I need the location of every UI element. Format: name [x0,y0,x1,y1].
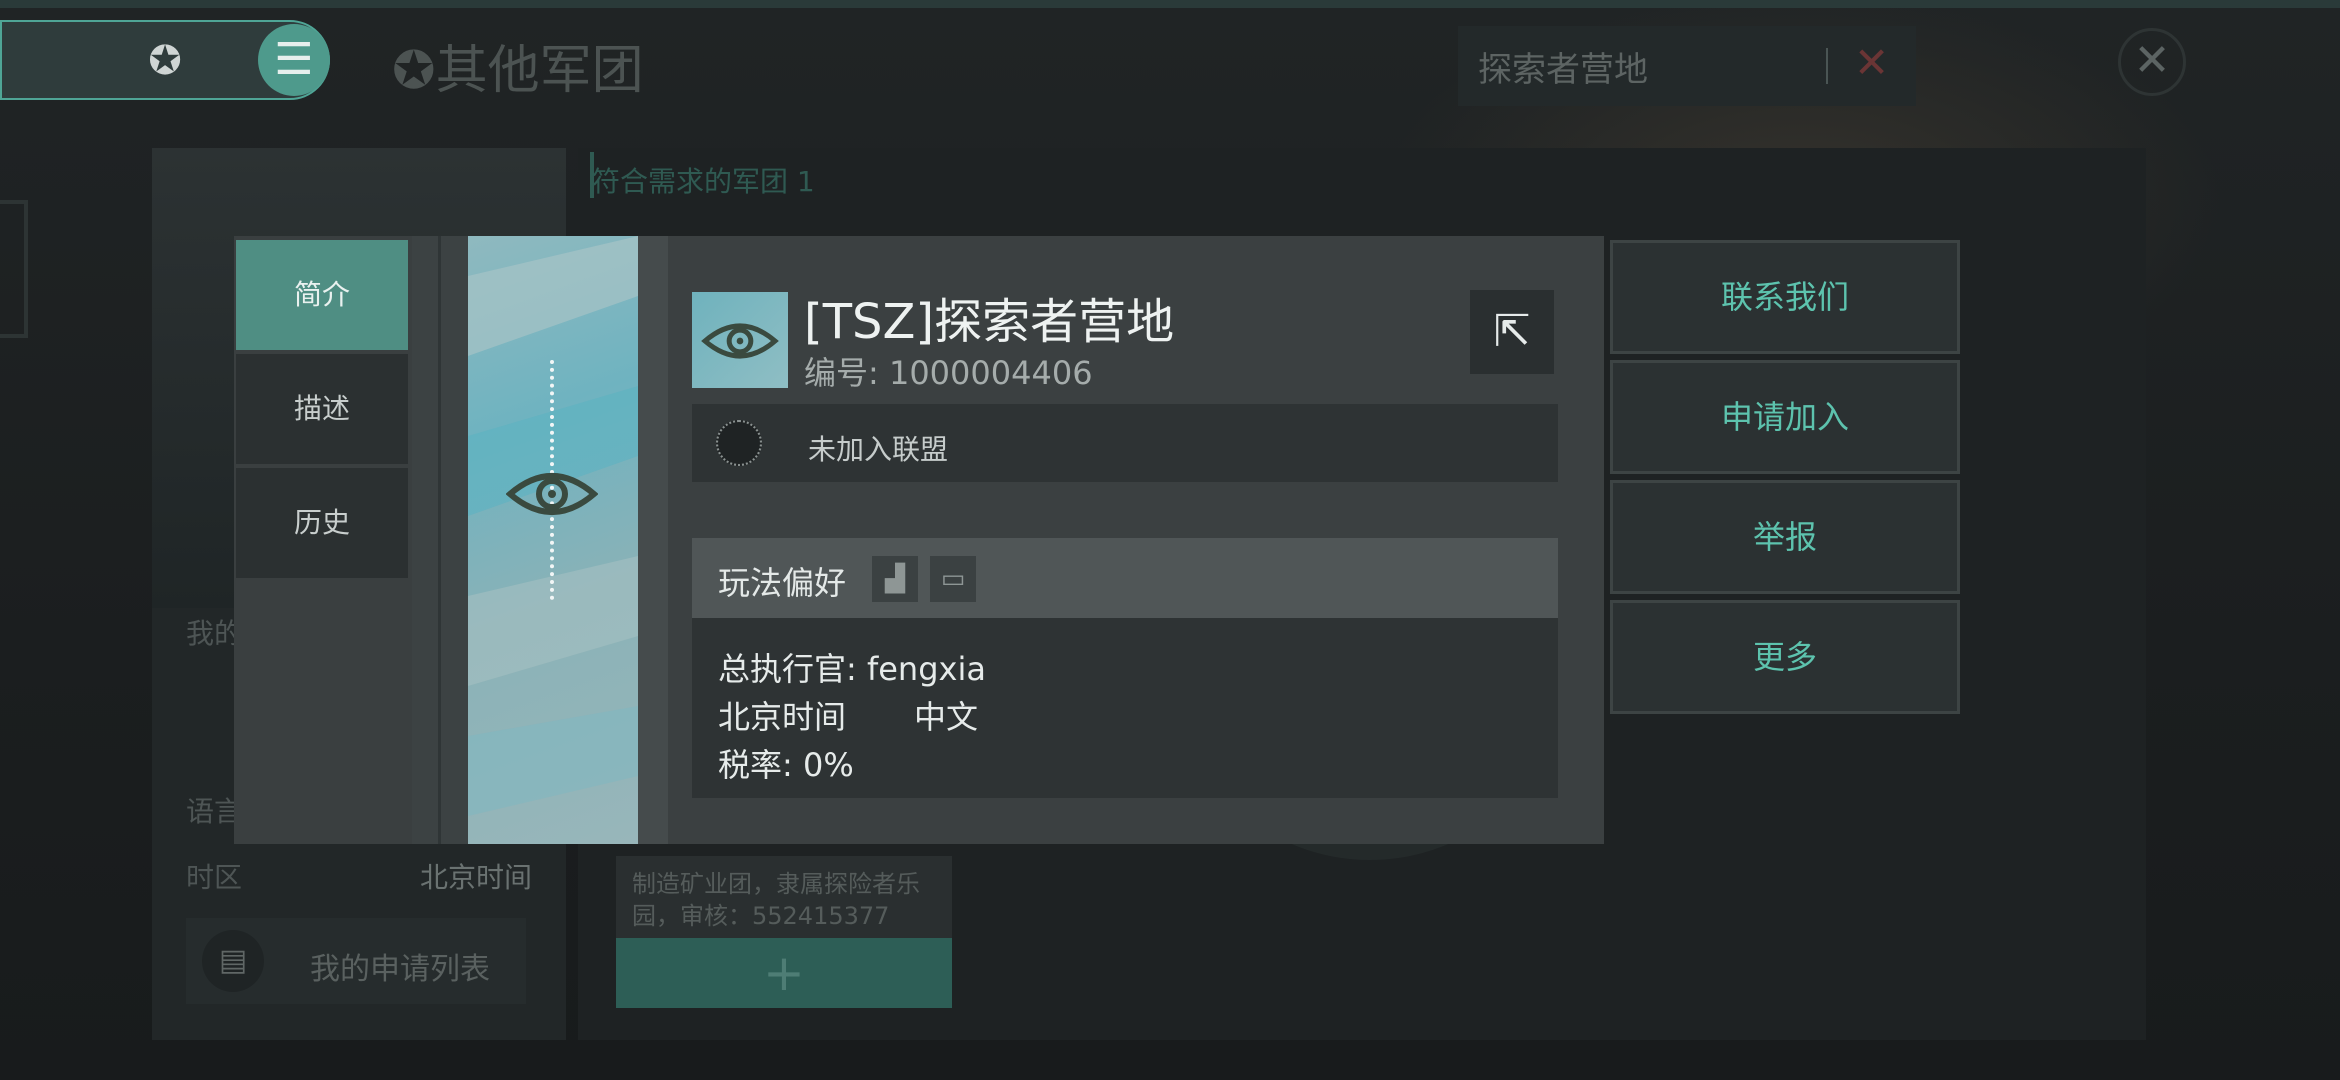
corp-id: 编号: 1000004406 [804,354,1093,392]
corp-card-description: 制造矿业团，隶属探险者乐园，审核：552415377 [616,856,952,938]
clear-search-icon[interactable]: ✕ [1854,38,1889,87]
alliance-status: 未加入联盟 [808,433,949,466]
timezone-label: 时区 [186,861,243,894]
contact-button[interactable]: 联系我们 [1610,240,1960,354]
close-icon: ✕ [2133,35,2171,86]
hex-decoration [0,200,28,338]
tab-history[interactable]: 历史 [236,468,408,578]
menu-icon: ☰ [274,34,314,85]
tab-description[interactable]: 描述 [236,354,408,464]
more-button[interactable]: 更多 [1610,600,1960,714]
ceo-line: 总执行官: fengxia [718,650,986,688]
factory-icon: ▟ [872,556,918,602]
timezone-value: 北京时间 [420,861,533,894]
language-line: 中文 [914,698,979,736]
apply-list-label: 我的申请列表 [310,952,490,987]
page-title: ✪其他军团 [392,41,644,101]
modal-rail-line [438,236,441,844]
tab-intro[interactable]: 简介 [236,240,408,350]
matching-count-label: 符合需求的军团 1 [592,165,815,198]
search-divider [1826,48,1828,84]
alliance-icon [716,420,762,466]
menu-button[interactable]: ☰ [258,24,330,96]
plus-icon: + [763,944,805,1002]
share-icon: ⇱ [1493,306,1531,357]
timezone-line: 北京时间 [718,698,847,736]
close-button[interactable]: ✕ [2118,28,2186,96]
preference-title: 玩法偏好 [718,564,847,602]
top-strip [0,0,2340,8]
report-button[interactable]: 举报 [1610,480,1960,594]
document-icon: ▤ [202,930,264,992]
corp-card-add-button[interactable]: + [616,938,952,1008]
chat-icon: ▭ [930,556,976,602]
corp-name: [TSZ]探索者营地 [804,294,1175,350]
star-emblem-icon: ✪ [392,41,436,101]
search-value: 探索者营地 [1478,50,1648,90]
apply-join-button[interactable]: 申请加入 [1610,360,1960,474]
share-button[interactable]: ⇱ [1470,290,1554,374]
eye-logo-icon [701,323,779,359]
eye-logo-icon [506,473,598,515]
star-emblem-icon: ✪ [148,38,182,84]
tax-line: 税率: 0% [718,746,854,784]
modal-divider [638,236,668,844]
